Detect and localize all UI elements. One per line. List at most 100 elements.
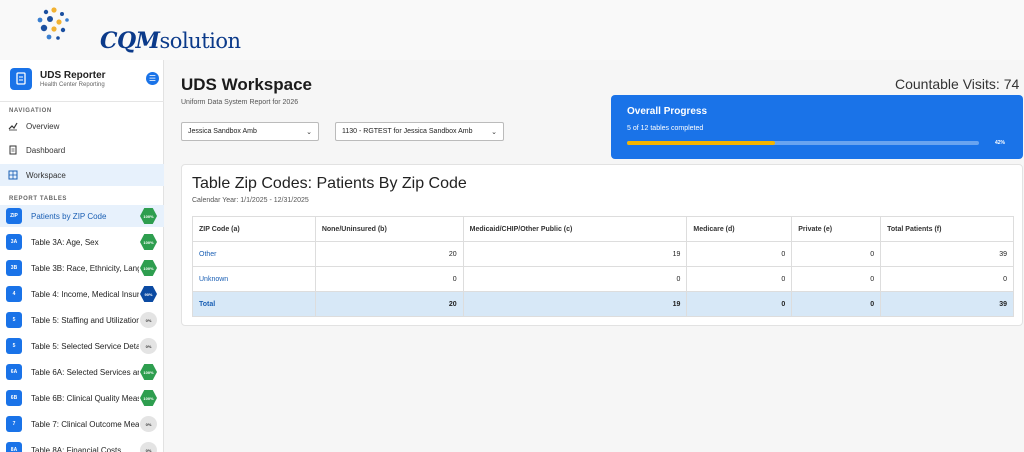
brand-subtitle: Health Center Reporting [40, 82, 105, 88]
cqm-logo[interactable]: CQMsolution [34, 6, 241, 54]
progress-percent: 42% [995, 140, 1006, 146]
chart-line-icon [8, 121, 18, 131]
site-select-value: 1130 - RGTEST for Jessica Sandbox Amb [342, 128, 473, 135]
sidebar-report-table-item[interactable]: 5 Table 5: Selected Service Detai 0% [0, 335, 164, 357]
sidebar-report-table-item[interactable]: 4 Table 4: Income, Medical Insura 90% [0, 283, 164, 305]
menu-toggle-icon[interactable]: ☰ [146, 72, 159, 85]
chevron-down-icon: ⌄ [491, 128, 497, 136]
report-table-label: Patients by ZIP Code [31, 211, 107, 221]
page-subtitle: Uniform Data System Report for 2026 [181, 99, 299, 106]
sidebar-report-table-item[interactable]: 6B Table 6B: Clinical Quality Meas 100% [0, 387, 164, 409]
sidebar-report-table-item[interactable]: ZIP Patients by ZIP Code 100% [0, 205, 164, 227]
column-header: ZIP Code (a) [192, 216, 316, 242]
sidebar-report-table-item[interactable]: 3B Table 3B: Race, Ethnicity, Lang 100% [0, 257, 164, 279]
zip-code-link[interactable]: Other [192, 241, 316, 267]
sidebar-report-table-item[interactable]: 6A Table 6A: Selected Services an 100% [0, 361, 164, 383]
table-cell: 0 [880, 266, 1014, 292]
page-title: UDS Workspace [181, 75, 313, 94]
progress-bar [627, 141, 979, 145]
table-cell: 0 [686, 291, 793, 317]
overall-progress-card: Overall Progress 5 of 12 tables complete… [611, 95, 1023, 159]
table-cell: 20 [314, 291, 464, 317]
table-row: Unknown 0 0 0 0 0 [192, 266, 1014, 292]
zip-code-table: ZIP Code (a) None/Uninsured (b) Medicaid… [192, 216, 1014, 317]
table-cell: 0 [686, 266, 793, 292]
table-code-badge: 3B [6, 260, 22, 276]
document-icon [8, 145, 18, 155]
sidebar-report-table-item[interactable]: 7 Table 7: Clinical Outcome Meas 0% [0, 413, 164, 435]
sidebar-item-label: Workspace [26, 170, 66, 180]
table-row: Other 20 19 0 0 39 [192, 241, 1014, 267]
progress-subtitle: 5 of 12 tables completed [627, 125, 704, 132]
column-header: Medicaid/CHIP/Other Public (c) [462, 216, 688, 242]
table-cell: 0 [686, 241, 793, 267]
table-cell: 0 [462, 266, 688, 292]
table-code-badge: 6A [6, 364, 22, 380]
report-table-label: Table 6B: Clinical Quality Meas [31, 393, 139, 403]
completion-badge: 100% [140, 364, 157, 380]
table-cell: 19 [462, 291, 688, 317]
completion-badge: 0% [140, 416, 157, 432]
report-table-label: Table 8A: Financial Costs [31, 445, 122, 452]
site-select[interactable]: 1130 - RGTEST for Jessica Sandbox Amb ⌄ [335, 122, 504, 141]
organization-select[interactable]: Jessica Sandbox Amb ⌄ [181, 122, 319, 141]
table-title: Table Zip Codes: Patients By Zip Code [192, 175, 467, 192]
countable-visits: Countable Visits: 74 [895, 76, 1020, 92]
logo-text: CQMsolution [100, 28, 241, 54]
table-cell: 39 [880, 291, 1014, 317]
progress-bar-fill [627, 141, 775, 145]
report-tables-section-label: REPORT TABLES [9, 196, 68, 202]
table-cell: 20 [314, 241, 464, 267]
sidebar-item-label: Dashboard [26, 145, 66, 155]
report-table-label: Table 3B: Race, Ethnicity, Lang [31, 263, 139, 273]
table-code-badge: 6B [6, 390, 22, 406]
report-table-label: Table 6A: Selected Services an [31, 367, 139, 377]
organization-select-value: Jessica Sandbox Amb [188, 128, 257, 135]
table-subtitle: Calendar Year: 1/1/2025 - 12/31/2025 [192, 197, 309, 204]
total-label: Total [192, 291, 316, 317]
report-table-label: Table 7: Clinical Outcome Meas [31, 419, 139, 429]
table-cell: 0 [314, 266, 464, 292]
sidebar-item-workspace[interactable]: Workspace [0, 164, 164, 186]
completion-badge: 0% [140, 312, 157, 328]
report-table-label: Table 4: Income, Medical Insura [31, 289, 139, 299]
table-cell: 39 [880, 241, 1014, 267]
sidebar-report-table-item[interactable]: 5 Table 5: Staffing and Utilization 0% [0, 309, 164, 331]
sidebar-report-table-item[interactable]: 8A Table 8A: Financial Costs 0% [0, 439, 164, 452]
table-cell: 0 [791, 241, 882, 267]
zip-table-card: Table Zip Codes: Patients By Zip Code Ca… [181, 164, 1023, 326]
sidebar-item-dashboard[interactable]: Dashboard [0, 139, 164, 161]
sidebar-item-overview[interactable]: Overview [0, 115, 164, 137]
logo-dots-icon [37, 7, 69, 40]
table-code-badge: ZIP [6, 208, 22, 224]
table-cell: 0 [791, 291, 882, 317]
navigation-section-label: NAVIGATION [9, 108, 52, 114]
report-table-label: Table 5: Selected Service Detai [31, 341, 139, 351]
completion-badge: 100% [140, 234, 157, 250]
completion-badge: 0% [140, 442, 157, 452]
completion-badge: 100% [140, 390, 157, 406]
sidebar-report-table-item[interactable]: 3A Table 3A: Age, Sex 100% [0, 231, 164, 253]
column-header: Medicare (d) [686, 216, 793, 242]
table-code-badge: 7 [6, 416, 22, 432]
column-header: None/Uninsured (b) [314, 216, 464, 242]
table-header-row: ZIP Code (a) None/Uninsured (b) Medicaid… [192, 216, 1014, 242]
table-code-badge: 3A [6, 234, 22, 250]
top-header: CQMsolution [0, 0, 1024, 60]
report-table-label: Table 3A: Age, Sex [31, 237, 99, 247]
report-document-icon [10, 68, 32, 90]
report-table-label: Table 5: Staffing and Utilization [31, 315, 139, 325]
progress-title: Overall Progress [627, 106, 708, 117]
table-code-badge: 4 [6, 286, 22, 302]
completion-badge: 90% [140, 286, 157, 302]
completion-badge: 0% [140, 338, 157, 354]
table-cell: 19 [462, 241, 688, 267]
sidebar-brand: UDS Reporter Health Center Reporting ☰ [0, 60, 164, 102]
table-code-badge: 5 [6, 312, 22, 328]
zip-code-link[interactable]: Unknown [192, 266, 316, 292]
table-cell: 0 [791, 266, 882, 292]
completion-badge: 100% [140, 260, 157, 276]
completion-badge: 100% [140, 208, 157, 224]
sidebar: UDS Reporter Health Center Reporting ☰ N… [0, 60, 164, 452]
chevron-down-icon: ⌄ [306, 128, 312, 136]
